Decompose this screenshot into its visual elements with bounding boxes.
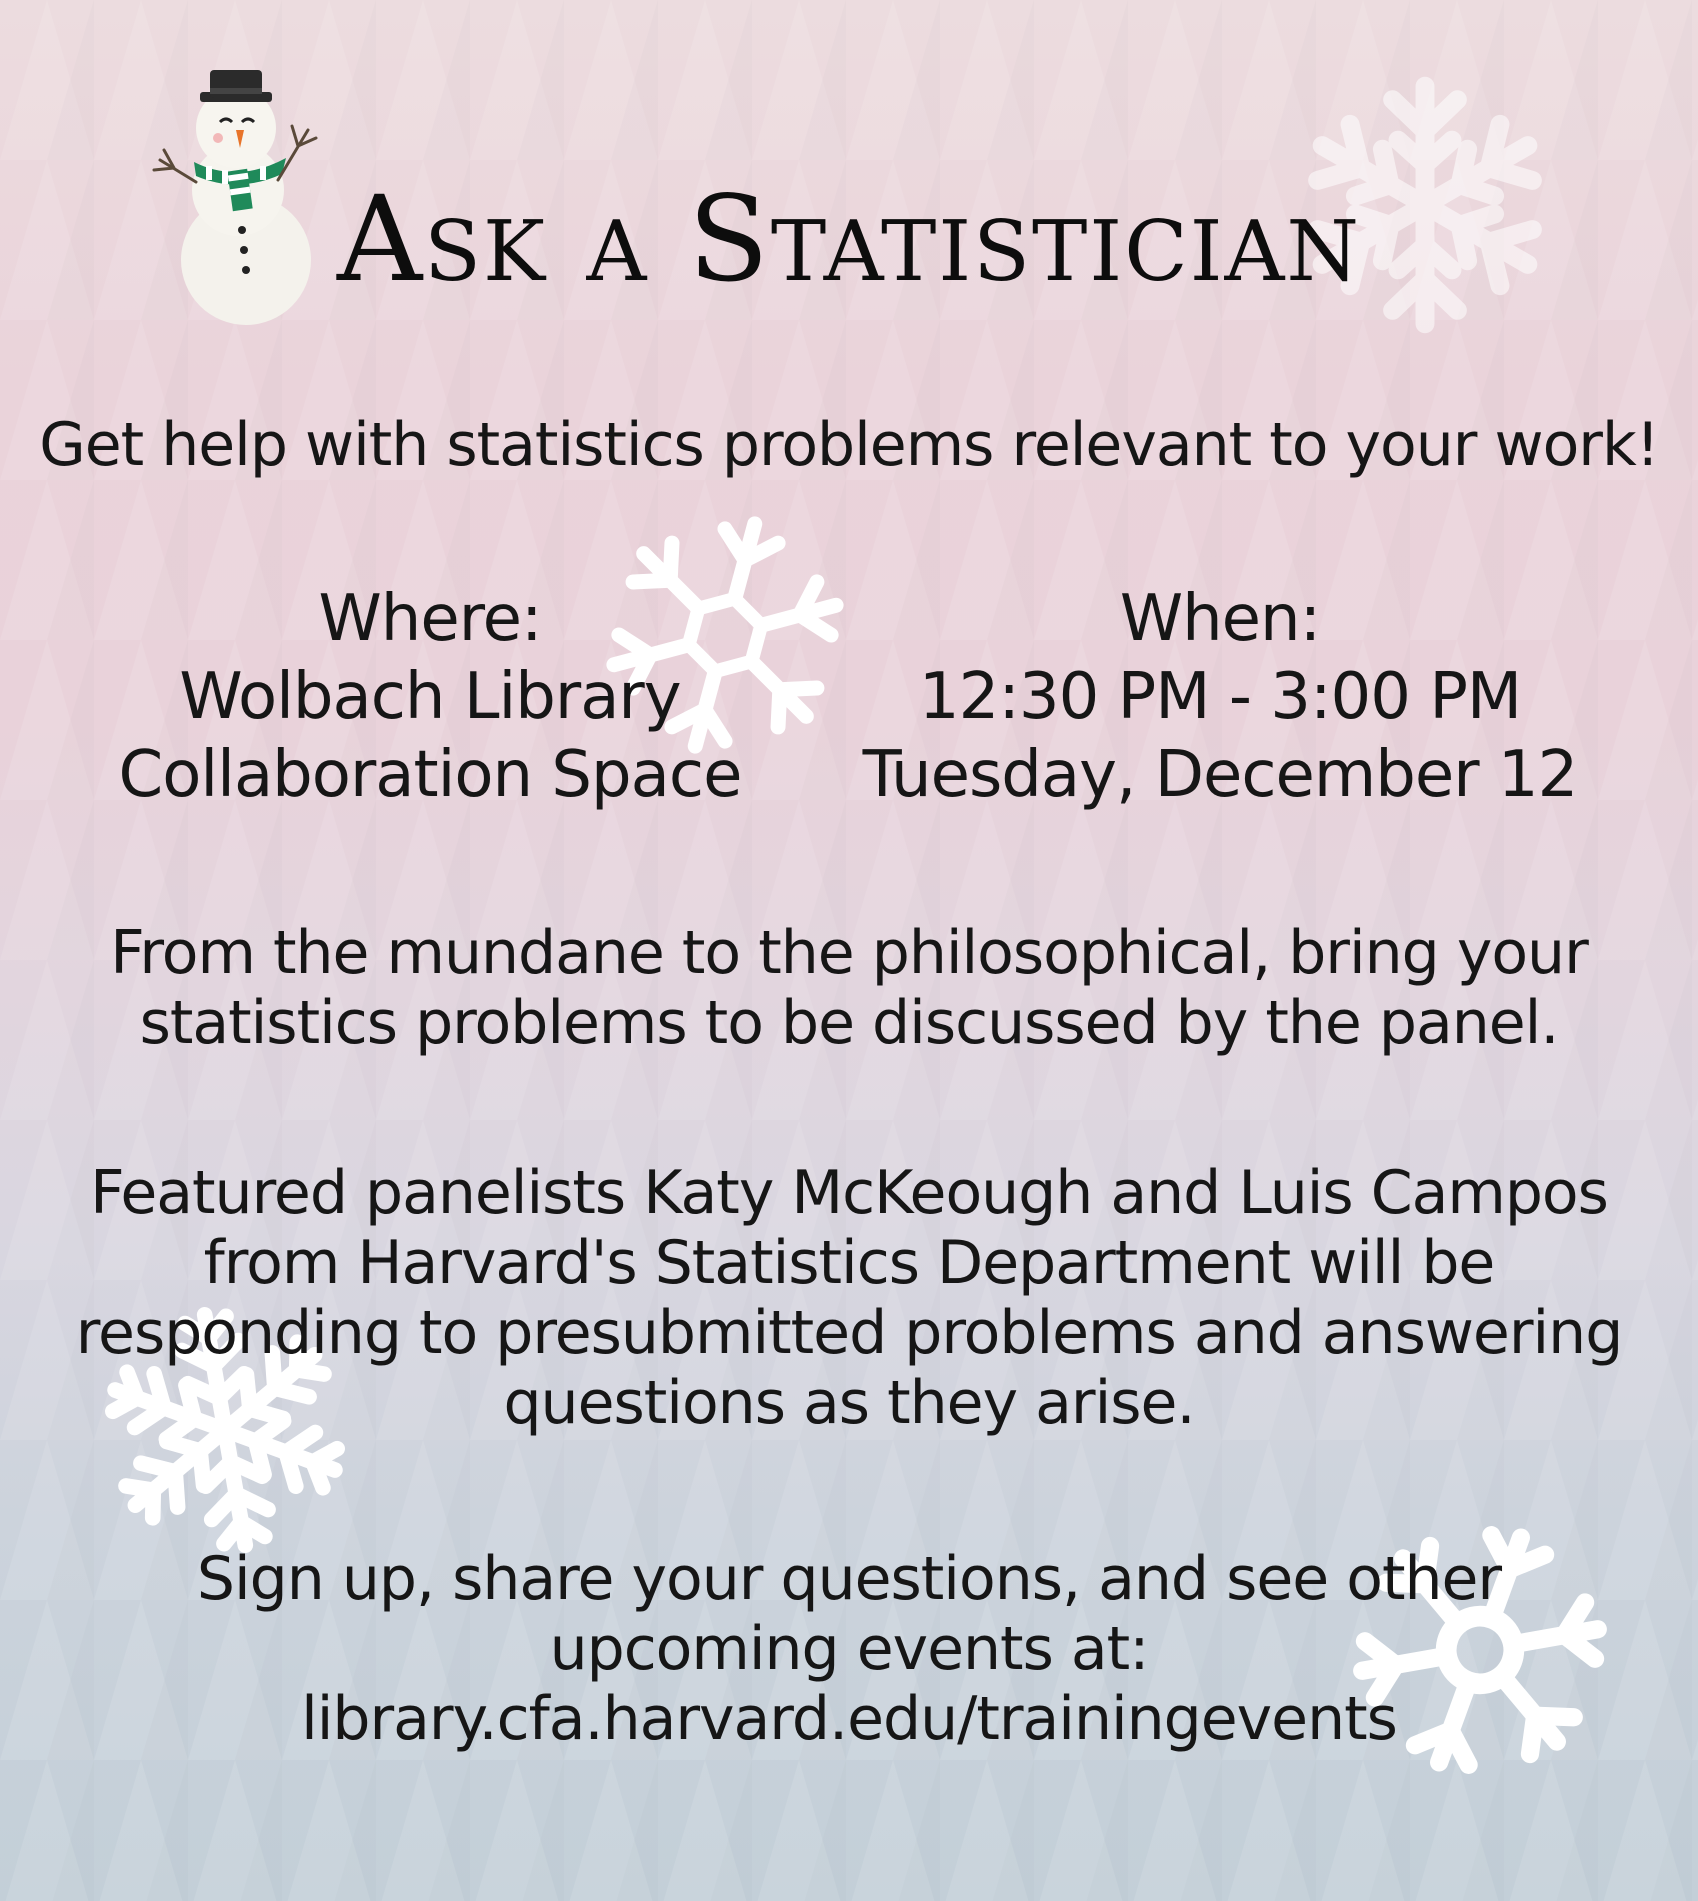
when-date: Tuesday, December 12	[862, 738, 1579, 812]
tagline: Get help with statistics problems releva…	[39, 410, 1660, 480]
signup-line: upcoming events at:	[549, 1614, 1150, 1684]
panelists-line: Featured panelists Katy McKeough and Lui…	[90, 1158, 1609, 1228]
description-line: From the mundane to the philosophical, b…	[110, 918, 1588, 988]
signup-url: library.cfa.harvard.edu/trainingevents	[301, 1684, 1398, 1754]
when-heading: When:	[1119, 582, 1321, 656]
when-block: When: 12:30 PM - 3:00 PM Tuesday, Decemb…	[860, 580, 1580, 814]
where-location-line1: Wolbach Library	[179, 660, 681, 734]
flyer-content: Ask a Statistician Get help with statist…	[0, 0, 1698, 1901]
where-location-line2: Collaboration Space	[118, 738, 743, 812]
where-heading: Where:	[318, 582, 542, 656]
panelists-line: responding to presubmitted problems and …	[75, 1298, 1624, 1368]
signup-line: Sign up, share your questions, and see o…	[196, 1544, 1502, 1614]
when-time: 12:30 PM - 3:00 PM	[918, 660, 1522, 734]
panelists-line: from Harvard's Statistics Department wil…	[203, 1228, 1496, 1298]
description-line: statistics problems to be discussed by t…	[139, 988, 1560, 1058]
where-block: Where: Wolbach Library Collaboration Spa…	[100, 580, 760, 814]
page-title: Ask a Statistician	[336, 170, 1362, 308]
panelists-line: questions as they arise.	[503, 1368, 1195, 1438]
